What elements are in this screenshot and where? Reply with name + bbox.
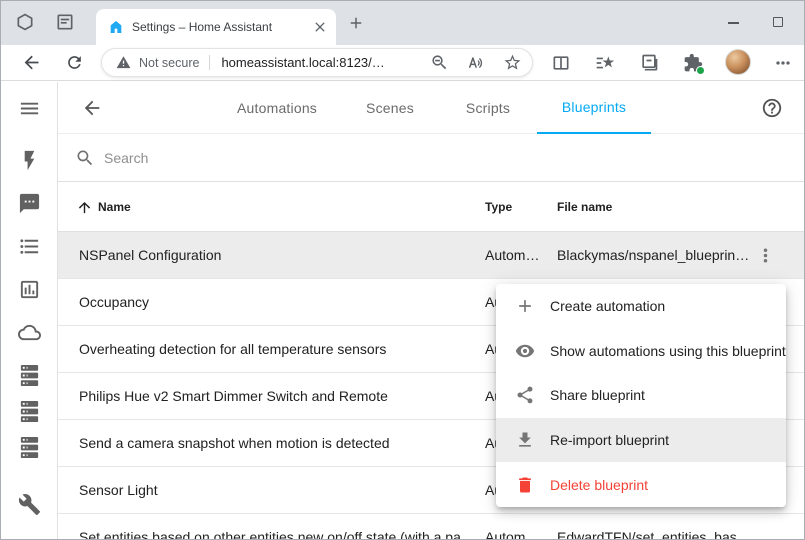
help-icon[interactable] <box>761 97 783 119</box>
zoom-out-icon[interactable] <box>430 53 449 72</box>
favorites-icon[interactable] <box>595 53 615 73</box>
tab-blueprints[interactable]: Blueprints <box>537 82 651 134</box>
row-name: Overheating detection for all temperatur… <box>79 326 386 373</box>
table-header: Name Type File name <box>58 182 805 232</box>
list-icon[interactable] <box>18 235 41 258</box>
workspaces-icon[interactable] <box>15 12 35 32</box>
column-header-file[interactable]: File name <box>557 182 612 232</box>
plus-icon <box>515 296 535 316</box>
browser-window: Settings – Home Assistant Not secure hom… <box>0 0 805 540</box>
server-icon[interactable] <box>18 364 41 387</box>
collections-icon[interactable] <box>639 53 659 73</box>
minimize-button[interactable] <box>728 22 739 24</box>
row-file: EdwardTFN/set_entities_bas… <box>557 514 753 540</box>
maximize-button[interactable] <box>773 17 783 27</box>
menu-item-label: Re-import blueprint <box>550 432 669 448</box>
settings-more-icon[interactable] <box>773 53 793 73</box>
menu-item-delete-blueprint[interactable]: Delete blueprint <box>496 462 786 507</box>
tab-scripts[interactable]: Scripts <box>451 82 525 134</box>
search-placeholder: Search <box>104 134 148 182</box>
browser-toolbar: Not secure homeassistant.local:8123/… <box>1 45 804 81</box>
ha-header: Automations Scenes Scripts Blueprints <box>58 82 805 134</box>
row-name: Set entities based on other entities new… <box>79 514 477 540</box>
download-icon <box>515 430 535 450</box>
server-icon[interactable] <box>18 436 41 459</box>
split-screen-icon[interactable] <box>551 53 571 73</box>
eye-icon <box>515 341 535 361</box>
column-header-name[interactable]: Name <box>98 182 131 232</box>
tab-title: Settings – Home Assistant <box>132 20 312 34</box>
row-type: Autom… <box>485 232 549 279</box>
new-tab-button[interactable] <box>347 14 365 32</box>
menu-item-reimport-blueprint[interactable]: Re-import blueprint <box>496 418 786 463</box>
ha-back-icon[interactable] <box>81 97 103 119</box>
menu-item-show-automations[interactable]: Show automations using this blueprint <box>496 329 786 374</box>
row-name: Philips Hue v2 Smart Dimmer Switch and R… <box>79 373 388 420</box>
browser-tab[interactable]: Settings – Home Assistant <box>96 9 336 45</box>
wrench-icon[interactable] <box>18 493 41 516</box>
trash-icon <box>515 475 535 495</box>
blueprint-context-menu: Create automation Show automations using… <box>496 284 786 507</box>
home-assistant-favicon <box>108 19 124 35</box>
profile-avatar[interactable] <box>725 49 751 75</box>
row-name: Sensor Light <box>79 467 158 514</box>
row-overflow-menu-icon[interactable] <box>755 245 776 266</box>
share-icon <box>515 385 535 405</box>
not-secure-warning-icon <box>116 55 131 70</box>
url-text[interactable]: homeassistant.local:8123/… <box>221 55 424 70</box>
tab-automations[interactable]: Automations <box>219 82 335 134</box>
menu-item-label: Share blueprint <box>550 387 645 403</box>
row-name: Send a camera snapshot when motion is de… <box>79 420 390 467</box>
search-bar[interactable]: Search <box>58 134 805 182</box>
tab-strip: Settings – Home Assistant <box>1 1 804 45</box>
status-dot <box>696 66 705 75</box>
tab-close-icon[interactable] <box>312 19 328 35</box>
search-icon <box>75 148 95 168</box>
menu-item-label: Create automation <box>550 298 665 314</box>
row-file: Blackymas/nspanel_blueprin… <box>557 232 753 279</box>
sort-ascending-icon[interactable] <box>76 199 93 216</box>
tab-scenes[interactable]: Scenes <box>352 82 428 134</box>
column-header-type[interactable]: Type <box>485 182 512 232</box>
divider <box>209 55 210 70</box>
menu-icon[interactable] <box>18 97 41 120</box>
address-bar[interactable]: Not secure homeassistant.local:8123/… <box>101 48 533 77</box>
row-name: Occupancy <box>79 279 149 326</box>
cloud-icon[interactable] <box>18 321 41 344</box>
table-row[interactable]: Set entities based on other entities new… <box>58 514 805 540</box>
menu-item-create-automation[interactable]: Create automation <box>496 284 786 329</box>
refresh-icon[interactable] <box>65 53 84 72</box>
flash-icon[interactable] <box>18 149 41 172</box>
chat-icon[interactable] <box>18 192 41 215</box>
back-icon[interactable] <box>21 52 42 73</box>
row-type: Autom… <box>485 514 549 540</box>
server-icon[interactable] <box>18 400 41 423</box>
menu-item-share-blueprint[interactable]: Share blueprint <box>496 373 786 418</box>
chart-box-icon[interactable] <box>18 278 41 301</box>
menu-item-label: Show automations using this blueprint <box>550 343 786 359</box>
ha-sidebar <box>1 82 58 540</box>
table-row[interactable]: NSPanel Configuration Autom… Blackymas/n… <box>58 232 805 279</box>
read-aloud-icon[interactable] <box>466 53 486 73</box>
tab-actions-icon[interactable] <box>55 12 75 32</box>
row-name: NSPanel Configuration <box>79 232 221 279</box>
extensions-icon[interactable] <box>683 53 703 73</box>
favorite-star-icon[interactable] <box>503 53 522 72</box>
menu-item-label: Delete blueprint <box>550 477 648 493</box>
security-label[interactable]: Not secure <box>139 56 199 70</box>
